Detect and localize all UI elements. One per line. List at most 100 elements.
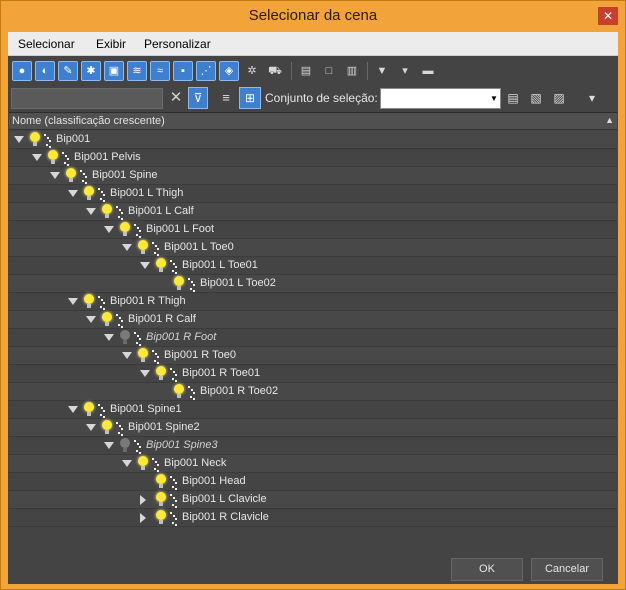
lights-icon[interactable]: ✱ (81, 61, 101, 81)
all-objects-icon[interactable]: ● (12, 61, 32, 81)
visibility-bulb-icon[interactable] (102, 420, 112, 434)
toolbar-overflow-icon[interactable]: ▾ (583, 89, 601, 107)
collapse-arrow-icon[interactable] (104, 442, 114, 449)
search-input[interactable] (11, 88, 163, 109)
visibility-bulb-icon[interactable] (156, 366, 166, 380)
find-filter-icon[interactable]: ⊽ (188, 87, 208, 109)
filter-icon[interactable]: ▼ (372, 61, 392, 81)
collapse-arrow-icon[interactable] (68, 406, 78, 413)
select-from-set-icon[interactable]: ▧ (527, 89, 545, 107)
visibility-bulb-icon[interactable] (156, 258, 166, 272)
visibility-bulb-icon[interactable] (120, 330, 130, 344)
display-children-icon[interactable]: ▤ (296, 61, 316, 81)
tree-row[interactable]: Bip001 L Thigh (9, 185, 617, 203)
menu-exibir[interactable]: Exibir (96, 37, 126, 51)
visibility-bulb-icon[interactable] (120, 438, 130, 452)
visibility-bulb-icon[interactable] (138, 240, 148, 254)
collapse-arrow-icon[interactable] (104, 334, 114, 341)
tree-row[interactable]: Bip001 R Toe0 (9, 347, 617, 365)
display-dependents-icon[interactable]: ▥ (342, 61, 362, 81)
helpers-icon[interactable]: ≋ (127, 61, 147, 81)
cameras-icon[interactable]: ▣ (104, 61, 124, 81)
bones-icon[interactable]: ⋰ (196, 61, 216, 81)
visibility-bulb-icon[interactable] (156, 492, 166, 506)
collapse-arrow-icon[interactable] (122, 244, 132, 251)
tree-row[interactable]: Bip001 L Toe02 (9, 275, 617, 293)
visibility-bulb-icon[interactable] (174, 276, 184, 290)
geometry-icon[interactable]: ◐ (35, 61, 55, 81)
tree-row[interactable]: Bip001 L Clavicle (9, 491, 617, 509)
tree-row[interactable]: Bip001 L Toe0 (9, 239, 617, 257)
visibility-bulb-icon[interactable] (102, 312, 112, 326)
collapse-arrow-icon[interactable] (122, 352, 132, 359)
collapse-arrow-icon[interactable] (86, 424, 96, 431)
edit-selection-set-icon[interactable]: ▤ (504, 89, 522, 107)
visibility-bulb-icon[interactable] (138, 348, 148, 362)
frozen-icon[interactable]: ⛟ (265, 61, 285, 81)
collapse-arrow-icon[interactable] (68, 190, 78, 197)
selection-set-dropdown[interactable]: ▼ (380, 88, 501, 109)
tree-row[interactable]: Bip001 R Foot (9, 329, 617, 347)
cancel-button[interactable]: Cancelar (531, 558, 603, 581)
menu-personalizar[interactable]: Personalizar (144, 37, 211, 51)
clear-search-icon[interactable]: ✕ (168, 89, 184, 107)
tree-row[interactable]: Bip001 Spine2 (9, 419, 617, 437)
visibility-bulb-icon[interactable] (84, 402, 94, 416)
filter-settings-icon[interactable]: ▾ (395, 61, 415, 81)
visibility-bulb-icon[interactable] (84, 294, 94, 308)
xrefs-icon[interactable]: ◈ (219, 61, 239, 81)
collapse-arrow-icon[interactable] (86, 208, 96, 215)
tree-row[interactable]: Bip001 (9, 131, 617, 149)
tree-row[interactable]: Bip001 Spine1 (9, 401, 617, 419)
collapse-arrow-icon[interactable] (68, 298, 78, 305)
collapse-arrow-icon[interactable] (50, 172, 60, 179)
display-influences-icon[interactable]: □ (319, 61, 339, 81)
title-bar[interactable]: Selecionar da cena ✕ (1, 1, 625, 32)
visibility-bulb-icon[interactable] (48, 150, 58, 164)
set-from-selection-icon[interactable]: ▨ (550, 89, 568, 107)
chevron-down-icon[interactable]: ▼ (488, 89, 500, 108)
shapes-icon[interactable]: ✎ (58, 61, 78, 81)
visibility-bulb-icon[interactable] (30, 132, 40, 146)
spacewarps-icon[interactable]: ≈ (150, 61, 170, 81)
tree-row[interactable]: Bip001 Spine3 (9, 437, 617, 455)
tree-row[interactable]: Bip001 L Calf (9, 203, 617, 221)
tree-row[interactable]: Bip001 R Thigh (9, 293, 617, 311)
visibility-bulb-icon[interactable] (120, 222, 130, 236)
visibility-bulb-icon[interactable] (84, 186, 94, 200)
ok-button[interactable]: OK (451, 558, 523, 581)
tree-row[interactable]: Bip001 R Toe02 (9, 383, 617, 401)
groups-icon[interactable]: ▪ (173, 61, 193, 81)
visibility-bulb-icon[interactable] (156, 474, 166, 488)
options-icon[interactable]: ▬ (418, 61, 438, 81)
collapse-arrow-icon[interactable] (14, 136, 24, 143)
menu-selecionar[interactable]: Selecionar (18, 37, 75, 51)
tree-row[interactable]: Bip001 L Foot (9, 221, 617, 239)
containers-icon[interactable]: ✲ (242, 61, 262, 81)
tree-row[interactable]: Bip001 R Toe01 (9, 365, 617, 383)
visibility-bulb-icon[interactable] (156, 510, 166, 524)
collapse-arrow-icon[interactable] (32, 154, 42, 161)
tree-row[interactable]: Bip001 Head (9, 473, 617, 491)
collapse-arrow-icon[interactable] (140, 262, 150, 269)
collapse-arrow-icon[interactable] (86, 316, 96, 323)
collapse-arrow-icon[interactable] (104, 226, 114, 233)
collapse-arrow-icon[interactable] (122, 460, 132, 467)
tree-row[interactable]: Bip001 Neck (9, 455, 617, 473)
layers-icon[interactable]: ≡ (218, 89, 234, 107)
visibility-bulb-icon[interactable] (174, 384, 184, 398)
tree-row[interactable]: Bip001 R Clavicle (9, 509, 617, 527)
tree-row[interactable]: Bip001 R Calf (9, 311, 617, 329)
tree-row[interactable]: Bip001 Pelvis (9, 149, 617, 167)
visibility-bulb-icon[interactable] (66, 168, 76, 182)
expand-arrow-icon[interactable] (140, 495, 146, 505)
tree-row[interactable]: Bip001 Spine (9, 167, 617, 185)
expand-arrow-icon[interactable] (140, 513, 146, 523)
visibility-bulb-icon[interactable] (102, 204, 112, 218)
close-button[interactable]: ✕ (598, 7, 618, 25)
hierarchy-icon[interactable]: ⊞ (239, 87, 261, 109)
tree-row[interactable]: Bip001 L Toe01 (9, 257, 617, 275)
column-header-name[interactable]: Nome (classificação crescente) ▲ (9, 113, 617, 130)
visibility-bulb-icon[interactable] (138, 456, 148, 470)
collapse-arrow-icon[interactable] (140, 370, 150, 377)
